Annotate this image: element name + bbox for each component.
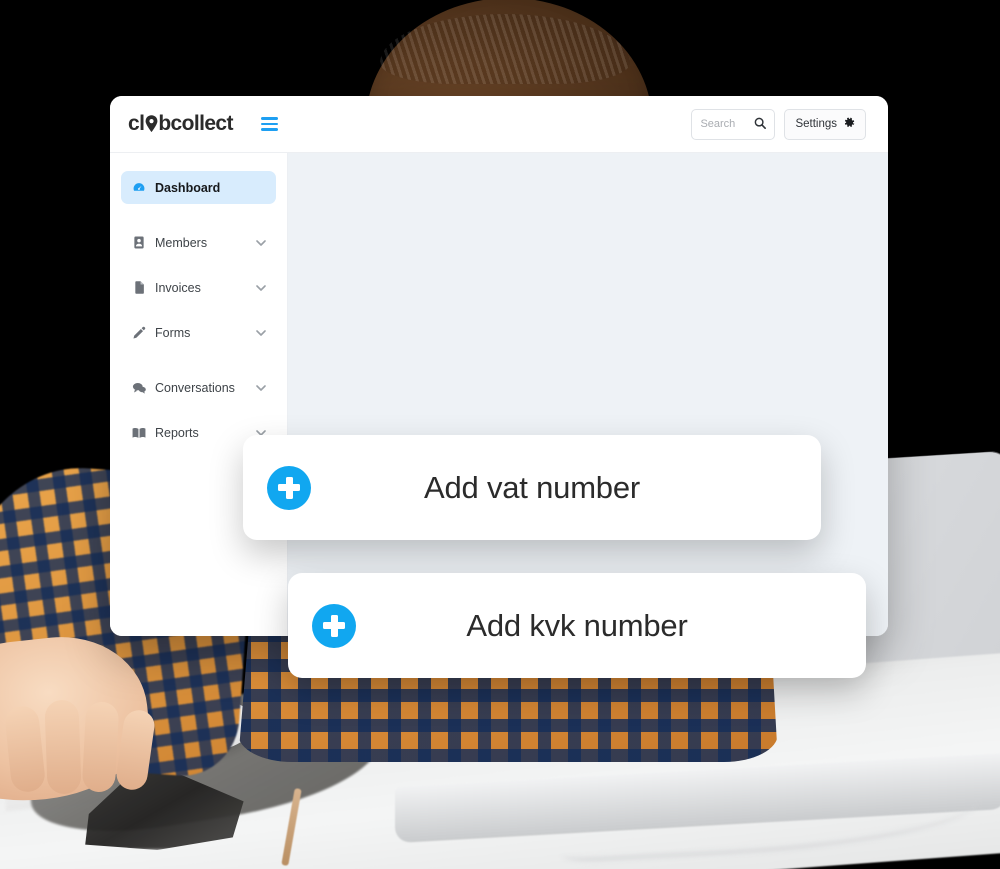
search-input[interactable]: Search: [691, 108, 776, 140]
add-vat-number-label: Add vat number: [423, 469, 641, 505]
chevron-down-icon[interactable]: [256, 239, 266, 246]
sidebar-item-members[interactable]: Members: [121, 226, 276, 259]
top-bar: cl bcollect Search Settings: [110, 96, 888, 153]
search-icon: [754, 117, 767, 132]
document-icon: [131, 281, 147, 294]
sidebar-item-forms[interactable]: Forms: [121, 316, 276, 349]
sidebar-item-dashboard[interactable]: Dashboard: [121, 171, 276, 204]
add-kvk-number-card[interactable]: Add kvk number: [288, 573, 866, 678]
sidebar-item-label: Reports: [155, 425, 199, 440]
sidebar-item-label: Members: [155, 235, 208, 250]
gear-icon: [843, 117, 855, 132]
add-vat-number-card[interactable]: Add vat number: [243, 435, 821, 540]
sidebar-item-invoices[interactable]: Invoices: [121, 271, 276, 304]
settings-button[interactable]: Settings: [784, 108, 866, 140]
clubcollect-logo: cl bcollect: [128, 112, 233, 136]
id-card-icon: [131, 236, 147, 249]
search-placeholder: Search: [700, 118, 736, 130]
plus-circle-icon: [267, 465, 311, 510]
app-window: cl bcollect Search Settings Dashboard Me…: [110, 96, 888, 636]
sidebar: Dashboard Members Invoices Forms Convers…: [110, 153, 288, 636]
sidebar-item-label: Forms: [155, 325, 191, 340]
pen-icon: [131, 326, 147, 339]
finger: [44, 699, 82, 795]
hamburger-icon[interactable]: [260, 117, 278, 131]
sidebar-item-label: Dashboard: [155, 180, 221, 195]
add-kvk-number-label: Add kvk number: [466, 607, 688, 643]
book-icon: [131, 427, 147, 439]
top-bar-actions: Search Settings: [691, 108, 866, 140]
speedometer-icon: [131, 181, 147, 195]
chevron-down-icon[interactable]: [256, 284, 266, 291]
logo-pin-icon: [145, 115, 158, 132]
settings-label: Settings: [795, 118, 837, 130]
main-content-area: [288, 153, 888, 636]
page-root: cl bcollect Search Settings Dashboard Me…: [0, 0, 1000, 869]
window-body: Dashboard Members Invoices Forms Convers…: [110, 153, 888, 636]
plus-circle-icon: [312, 603, 356, 648]
chat-bubbles-icon: [131, 382, 147, 394]
chevron-down-icon[interactable]: [256, 329, 266, 336]
finger: [81, 701, 120, 793]
logo-text-before: cl: [128, 112, 145, 135]
chevron-down-icon[interactable]: [256, 384, 266, 391]
logo-text-after: bcollect: [158, 112, 233, 135]
sidebar-item-label: Invoices: [155, 280, 201, 295]
sidebar-item-label: Conversations: [155, 380, 235, 395]
sidebar-item-conversations[interactable]: Conversations: [121, 371, 276, 404]
